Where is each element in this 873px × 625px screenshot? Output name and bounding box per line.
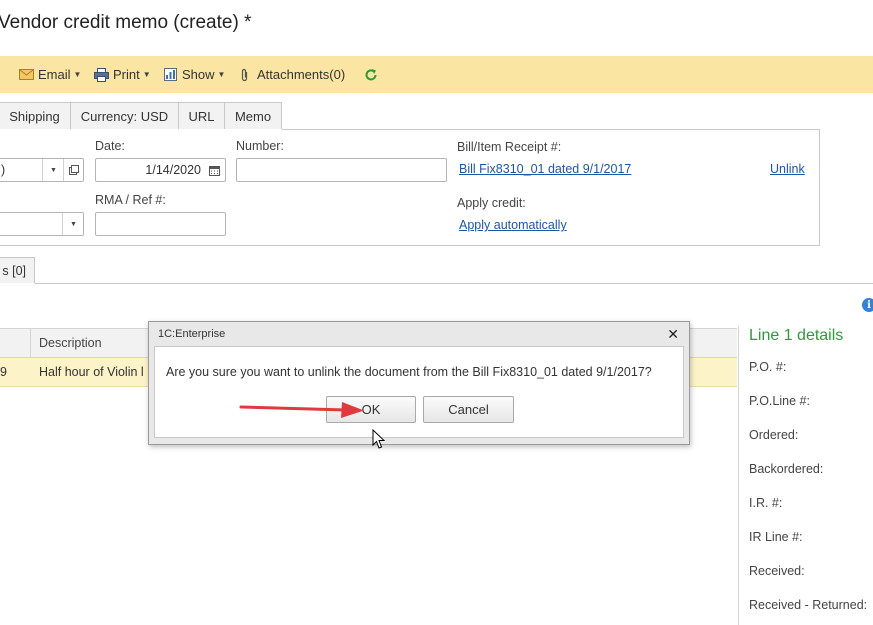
close-icon[interactable]: ✕ bbox=[667, 326, 679, 343]
date-label: Date: bbox=[95, 139, 125, 153]
ordered-label: Ordered: bbox=[749, 428, 799, 442]
apply-automatically-link[interactable]: Apply automatically bbox=[459, 218, 567, 232]
apply-credit-label: Apply credit: bbox=[457, 196, 526, 210]
tab-shipping[interactable]: Shipping bbox=[0, 102, 71, 129]
subtab-divider bbox=[35, 283, 873, 284]
row-number: 9 bbox=[0, 365, 7, 379]
show-button[interactable]: Show ▼ bbox=[164, 56, 225, 93]
dialog-body: Are you sure you want to unlink the docu… bbox=[154, 346, 684, 438]
bill-receipt-label: Bill/Item Receipt #: bbox=[457, 140, 562, 154]
refresh-icon bbox=[365, 68, 377, 80]
number-label: Number: bbox=[236, 139, 284, 153]
column-header-description[interactable]: Description bbox=[39, 336, 102, 350]
email-label: Email bbox=[38, 67, 71, 82]
annotation-arrow-icon bbox=[239, 402, 364, 418]
tab-url[interactable]: URL bbox=[178, 102, 225, 129]
details-divider bbox=[738, 326, 739, 625]
refresh-button[interactable] bbox=[364, 56, 378, 93]
dropdown-arrow-icon[interactable]: ▼ bbox=[42, 159, 64, 181]
attachments-button[interactable]: Attachments(0) bbox=[240, 56, 345, 93]
print-label: Print bbox=[113, 67, 140, 82]
page-title: Vendor credit memo (create) * bbox=[0, 12, 252, 33]
paperclip-icon bbox=[241, 68, 248, 81]
print-icon bbox=[94, 67, 109, 82]
row-description: Half hour of Violin l bbox=[39, 365, 144, 379]
confirm-dialog: 1C:Enterprise ✕ Are you sure you want to… bbox=[148, 321, 690, 445]
backordered-label: Backordered: bbox=[749, 462, 824, 476]
open-icon[interactable] bbox=[63, 159, 84, 181]
dialog-title: 1C:Enterprise bbox=[158, 328, 226, 340]
vendor-value: ) bbox=[1, 163, 6, 177]
number-field[interactable] bbox=[236, 158, 447, 182]
email-button[interactable]: Email ▼ bbox=[19, 56, 81, 93]
po-line-label: P.O.Line #: bbox=[749, 394, 810, 408]
date-value: 1/14/2020 bbox=[145, 163, 201, 177]
vendor-field[interactable]: ) ▼ bbox=[0, 158, 84, 182]
show-icon bbox=[164, 68, 177, 81]
info-icon[interactable]: i bbox=[862, 298, 873, 312]
ir-label: I.R. #: bbox=[749, 496, 783, 510]
cancel-button[interactable]: Cancel bbox=[423, 396, 514, 423]
tab-currency[interactable]: Currency: USD bbox=[70, 102, 179, 129]
dropdown-arrow-icon[interactable]: ▼ bbox=[62, 213, 84, 235]
rma-field[interactable] bbox=[95, 212, 226, 236]
print-button[interactable]: Print ▼ bbox=[94, 56, 151, 93]
attachments-label: Attachments(0) bbox=[257, 67, 346, 82]
column-divider bbox=[30, 329, 31, 357]
received-label: Received: bbox=[749, 564, 805, 578]
command-toolbar: Email ▼ Print ▼ Show ▼ Attachments(0) bbox=[0, 56, 873, 93]
chevron-down-icon: ▼ bbox=[142, 70, 151, 79]
dialog-message: Are you sure you want to unlink the docu… bbox=[166, 365, 652, 379]
date-field[interactable]: 1/14/2020 bbox=[95, 158, 226, 182]
second-select-field[interactable]: ▼ bbox=[0, 212, 84, 236]
bill-link[interactable]: Bill Fix8310_01 dated 9/1/2017 bbox=[459, 162, 631, 176]
chevron-down-icon: ▼ bbox=[217, 70, 226, 79]
show-label: Show bbox=[182, 67, 215, 82]
chevron-down-icon: ▼ bbox=[73, 70, 82, 79]
mouse-cursor-icon bbox=[372, 429, 386, 449]
details-title: Line 1 details bbox=[749, 327, 844, 344]
tab-items[interactable]: s [0] bbox=[0, 257, 35, 283]
unlink-link[interactable]: Unlink bbox=[770, 162, 805, 176]
ir-line-label: IR Line #: bbox=[749, 530, 803, 544]
rma-label: RMA / Ref #: bbox=[95, 193, 166, 207]
po-label: P.O. #: bbox=[749, 360, 787, 374]
calendar-icon[interactable] bbox=[204, 159, 225, 181]
email-icon bbox=[19, 69, 34, 80]
received-returned-label: Received - Returned: bbox=[749, 598, 868, 612]
tab-memo[interactable]: Memo bbox=[224, 102, 282, 129]
